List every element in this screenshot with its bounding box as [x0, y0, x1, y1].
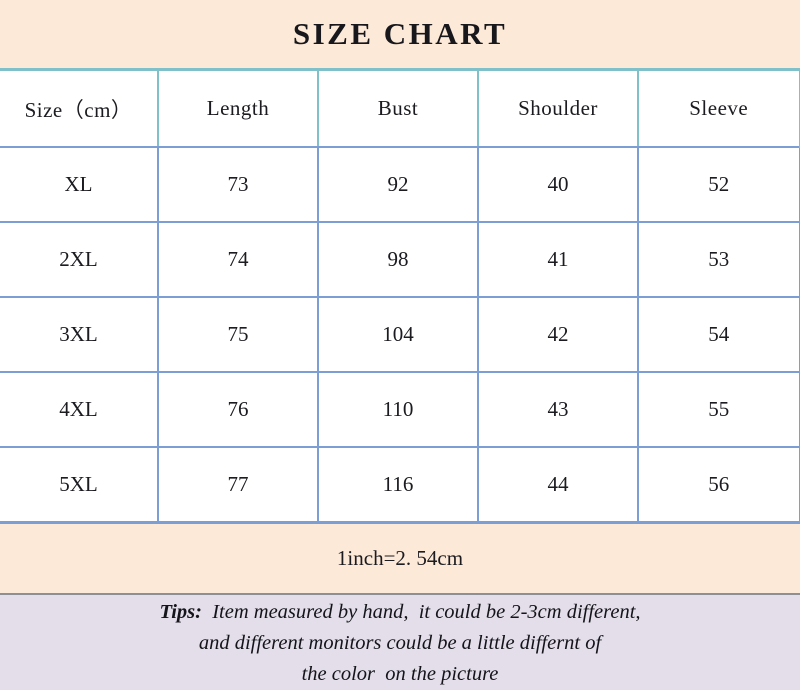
cell-sleeve: 55 — [638, 372, 800, 448]
table-header: Size（cm） Length Bust Shoulder Sleeve — [0, 68, 800, 148]
cell-shoulder: 44 — [478, 447, 639, 524]
cell-size: 4XL — [0, 372, 159, 448]
cell-length: 75 — [158, 297, 319, 373]
cell-size: 5XL — [0, 447, 159, 524]
cell-size: 2XL — [0, 222, 159, 298]
unit-conversion-band: 1inch=2. 54cm — [0, 524, 800, 595]
cell-length: 73 — [158, 147, 319, 223]
column-header-sleeve: Sleeve — [638, 68, 800, 148]
tips-line-1: Tips: Item measured by hand, it could be… — [159, 597, 640, 628]
tips-band: Tips: Item measured by hand, it could be… — [0, 595, 800, 690]
title-banner: SIZE CHART — [0, 0, 800, 68]
cell-bust: 92 — [318, 147, 479, 223]
unit-conversion-note: 1inch=2. 54cm — [336, 546, 464, 570]
cell-shoulder: 42 — [478, 297, 639, 373]
column-header-bust: Bust — [318, 68, 479, 148]
cell-bust: 116 — [318, 447, 479, 524]
cell-bust: 104 — [318, 297, 479, 373]
column-header-length: Length — [158, 68, 319, 148]
table-row: XL 73 92 40 52 — [0, 147, 800, 223]
cell-sleeve: 56 — [638, 447, 800, 524]
cell-shoulder: 41 — [478, 222, 639, 298]
table-row: 3XL 75 104 42 54 — [0, 297, 800, 373]
cell-shoulder: 40 — [478, 147, 639, 223]
cell-size: XL — [0, 147, 159, 223]
cell-bust: 98 — [318, 222, 479, 298]
column-header-shoulder: Shoulder — [478, 68, 639, 148]
size-table: Size（cm） Length Bust Shoulder Sleeve XL … — [0, 68, 800, 524]
tips-line-1-text: Item measured by hand, it could be 2-3cm… — [201, 601, 641, 623]
cell-shoulder: 43 — [478, 372, 639, 448]
table-body: XL 73 92 40 52 2XL 74 98 41 53 3XL 75 10… — [0, 147, 800, 524]
table-row: 2XL 74 98 41 53 — [0, 222, 800, 298]
size-table-container: Size（cm） Length Bust Shoulder Sleeve XL … — [0, 68, 800, 524]
cell-length: 77 — [158, 447, 319, 524]
table-row: 5XL 77 116 44 56 — [0, 447, 800, 524]
tips-label: Tips: — [159, 601, 202, 623]
cell-sleeve: 53 — [638, 222, 800, 298]
page-title: SIZE CHART — [292, 16, 508, 51]
tips-line-3: the color on the picture — [301, 663, 499, 685]
tips-line-2: and different monitors could be a little… — [198, 632, 602, 654]
cell-sleeve: 54 — [638, 297, 800, 373]
cell-bust: 110 — [318, 372, 479, 448]
cell-sleeve: 52 — [638, 147, 800, 223]
table-header-row: Size（cm） Length Bust Shoulder Sleeve — [0, 68, 800, 148]
column-header-size: Size（cm） — [0, 68, 159, 148]
cell-size: 3XL — [0, 297, 159, 373]
table-row: 4XL 76 110 43 55 — [0, 372, 800, 448]
cell-length: 76 — [158, 372, 319, 448]
cell-length: 74 — [158, 222, 319, 298]
size-chart-sheet: SIZE CHART Size（cm） Length Bust Shoulder… — [0, 0, 800, 690]
